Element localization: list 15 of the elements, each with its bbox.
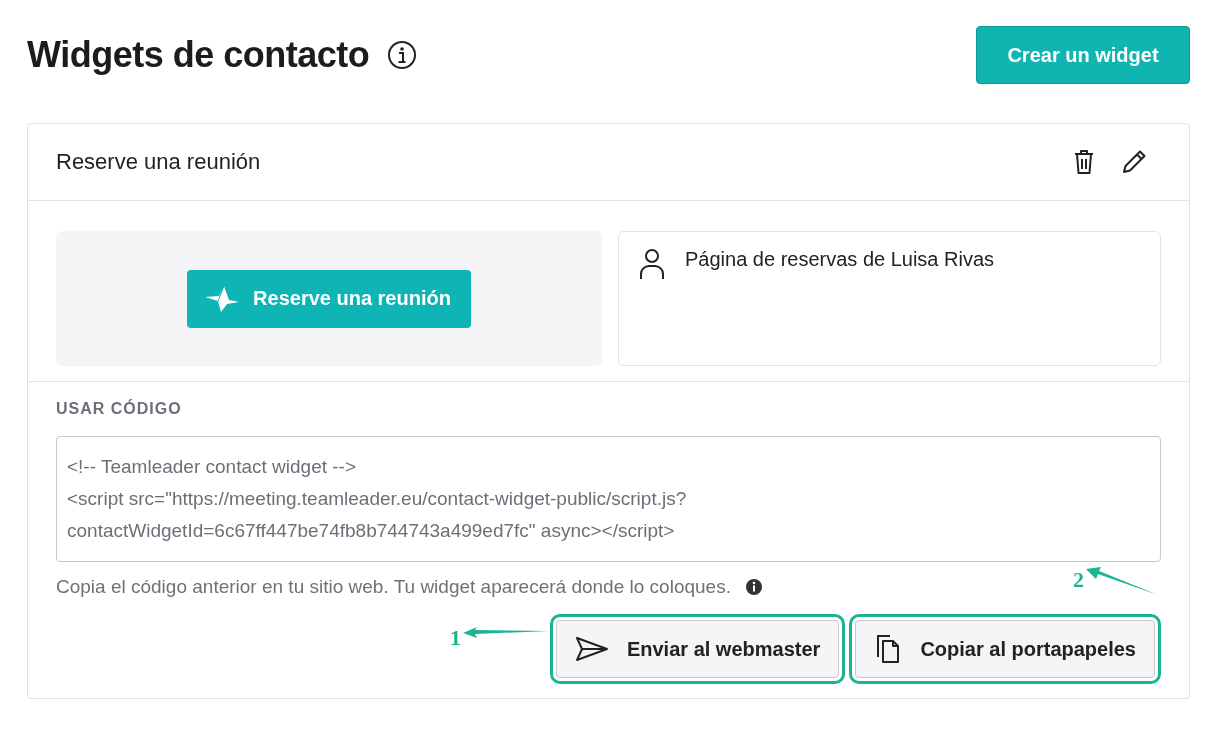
send-icon [574,636,609,662]
help-text: Copia el código anterior en tu sitio web. Tu widget aparecerá donde lo coloques. [56,576,731,598]
person-icon [639,248,665,280]
callout-number: 2 [1073,567,1084,593]
copy-to-clipboard-button[interactable]: Copiar al portapapeles [855,620,1155,678]
booking-page-name: Página de reservas de Luisa Rivas [685,248,995,271]
send-to-webmaster-button[interactable]: Enviar al webmaster [555,620,840,678]
code-field[interactable]: <!-- Teamleader contact widget --> <script src="https://meeting.teamleader.eu/contact-widget-public/script.js? contactWidgetId=6c67ff447be74fb8b744743a499ed7fc" async></script> [56,436,1161,562]
widget-title: Reserve una reunión [56,149,261,175]
page-title: Widgets de contacto [27,34,370,76]
section-label: USAR CÓDIGO [56,400,183,418]
callout-number: 1 [449,625,461,651]
trash-icon[interactable] [1073,148,1095,176]
info-icon[interactable] [387,40,418,70]
info-icon[interactable] [744,578,763,596]
